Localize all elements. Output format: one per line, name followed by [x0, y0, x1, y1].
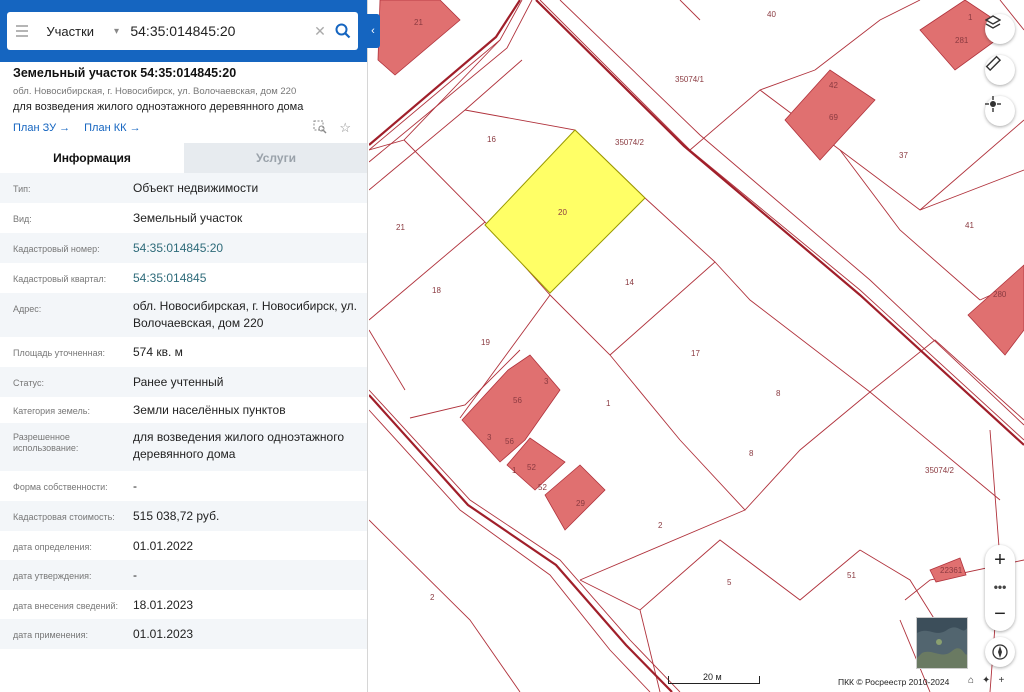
tab-services[interactable]: Услуги	[184, 143, 367, 173]
cad-number-link[interactable]: 54:35:014845:20	[133, 240, 358, 257]
zoom-in-button[interactable]: +	[994, 549, 1006, 573]
zoom-controls: + ••• −	[985, 545, 1015, 631]
detail-row-apply-date: дата применения: 01.01.2023	[0, 619, 367, 649]
tabs: Информация Услуги	[0, 143, 367, 173]
detail-label: Категория земель:	[13, 406, 90, 416]
detail-row-permitted-use: Разрешенное использование: для возведени…	[0, 423, 367, 471]
detail-label: дата внесения сведений:	[13, 601, 118, 611]
detail-row-cad-number: Кадастровый номер: 54:35:014845:20	[0, 233, 367, 263]
detail-row-area: Площадь уточненная: 574 кв. м	[0, 337, 367, 367]
detail-row-type: Тип: Объект недвижимости	[0, 173, 367, 203]
detail-row-ownership: Форма собственности: -	[0, 471, 367, 501]
detail-label: Кадастровый квартал:	[13, 274, 107, 284]
detail-row-kind: Вид: Земельный участок	[0, 203, 367, 233]
locate-button[interactable]	[985, 96, 1015, 126]
detail-label: дата применения:	[13, 630, 89, 640]
plan-zu-link[interactable]: План ЗУ →	[13, 122, 70, 134]
search-box: Участки ▾ ✕	[7, 12, 358, 50]
map-view[interactable]: 21 40 1 281 35074/1 42 69 16 35074/2 37 …	[369, 0, 1024, 692]
clear-icon[interactable]: ✕	[311, 23, 328, 40]
detail-row-approve-date: дата утверждения: -	[0, 560, 367, 590]
search-bar: Участки ▾ ✕	[0, 0, 367, 62]
detail-label: Адрес:	[13, 304, 42, 314]
measure-button[interactable]	[985, 55, 1015, 85]
cadastral-map	[369, 0, 1024, 692]
detail-value: обл. Новосибирская, г. Новосибирск, ул. …	[133, 299, 358, 330]
detail-value: 01.01.2022	[133, 539, 194, 553]
zoom-to-object-icon[interactable]	[313, 120, 327, 137]
crosshair-icon	[985, 96, 1001, 112]
detail-value: для возведения жилого одноэтажного дерев…	[133, 430, 344, 461]
detail-row-cad-quarter: Кадастровый квартал: 54:35:014845	[0, 263, 367, 293]
detail-label: дата определения:	[13, 542, 92, 552]
detail-value: Ранее учтенный	[133, 375, 224, 389]
card-actions: ☆	[313, 120, 351, 137]
page-title: Земельный участок 54:35:014845:20	[13, 66, 237, 80]
selected-parcel[interactable]	[484, 129, 646, 294]
detail-label: Форма собственности:	[13, 482, 108, 492]
detail-row-category: Категория земель: Земли населённых пункт…	[0, 397, 367, 423]
detail-label: Площадь уточненная:	[13, 348, 105, 358]
detail-label: Тип:	[13, 184, 31, 194]
cad-quarter-link[interactable]: 54:35:014845	[133, 270, 358, 287]
detail-value: 18.01.2023	[133, 598, 194, 612]
search-type-label: Участки	[46, 23, 95, 39]
detail-label: Кадастровый номер:	[13, 244, 100, 254]
detail-value: Земельный участок	[133, 211, 243, 225]
tab-info[interactable]: Информация	[0, 143, 184, 173]
detail-row-def-date: дата определения: 01.01.2022	[0, 531, 367, 560]
compass-icon	[992, 644, 1008, 660]
copyright: ПКК © Росреестр 2010-2024	[838, 677, 950, 687]
card-purpose: для возведения жилого одноэтажного дерев…	[13, 101, 304, 113]
detail-label: Вид:	[13, 214, 32, 224]
footer-icons: ⌂ ✦ +	[968, 675, 1004, 686]
detail-row-address: Адрес: обл. Новосибирская, г. Новосибирс…	[0, 293, 367, 337]
plan-links: План ЗУ → План КК →	[13, 122, 141, 134]
search-input[interactable]	[118, 16, 312, 46]
plus-icon[interactable]: +	[998, 675, 1004, 686]
detail-value: 01.01.2023	[133, 627, 194, 641]
quarter-boundaries	[369, 0, 1024, 692]
compass-button[interactable]	[985, 637, 1015, 667]
info-panel: Участки ▾ ✕ Земельный участок 54:35:0148…	[0, 0, 368, 692]
star-icon[interactable]: ✦	[982, 675, 990, 686]
layers-icon	[985, 15, 1001, 29]
detail-row-status: Статус: Ранее учтенный	[0, 367, 367, 397]
home-icon[interactable]: ⌂	[968, 675, 974, 686]
detail-row-cost: Кадастровая стоимость: 515 038,72 руб.	[0, 501, 367, 531]
detail-value: Земли населённых пунктов	[133, 403, 286, 417]
detail-value: 574 кв. м	[133, 345, 183, 359]
parcel-boundaries	[369, 0, 1024, 692]
detail-label: Кадастровая стоимость:	[13, 512, 115, 522]
search-type-select[interactable]: Участки ▾	[36, 12, 119, 50]
detail-label: Статус:	[13, 378, 44, 388]
scale-label: 20 м	[700, 672, 725, 682]
layers-button[interactable]	[985, 14, 1015, 44]
detail-value: -	[133, 568, 137, 582]
menu-icon[interactable]	[7, 12, 36, 50]
detail-row-entry-date: дата внесения сведений: 18.01.2023	[0, 590, 367, 619]
details-list: Тип: Объект недвижимости Вид: Земельный …	[0, 173, 367, 649]
detail-value: -	[133, 479, 137, 493]
collapse-panel-button[interactable]: ‹	[366, 14, 380, 48]
search-icon[interactable]	[329, 12, 358, 50]
more-icon[interactable]: •••	[994, 576, 1007, 600]
star-icon[interactable]: ☆	[339, 120, 351, 137]
detail-label: дата утверждения:	[13, 571, 92, 581]
detail-value: 515 038,72 руб.	[133, 509, 220, 523]
ruler-icon	[985, 55, 1001, 71]
card-address: обл. Новосибирская, г. Новосибирск, ул. …	[13, 86, 297, 97]
detail-label: Разрешенное использование:	[13, 432, 79, 453]
detail-value: Объект недвижимости	[133, 181, 259, 195]
plan-kk-link[interactable]: План КК →	[84, 122, 140, 134]
minimap[interactable]	[916, 617, 968, 669]
zoom-out-button[interactable]: −	[994, 603, 1006, 627]
buildings	[377, 0, 1024, 583]
